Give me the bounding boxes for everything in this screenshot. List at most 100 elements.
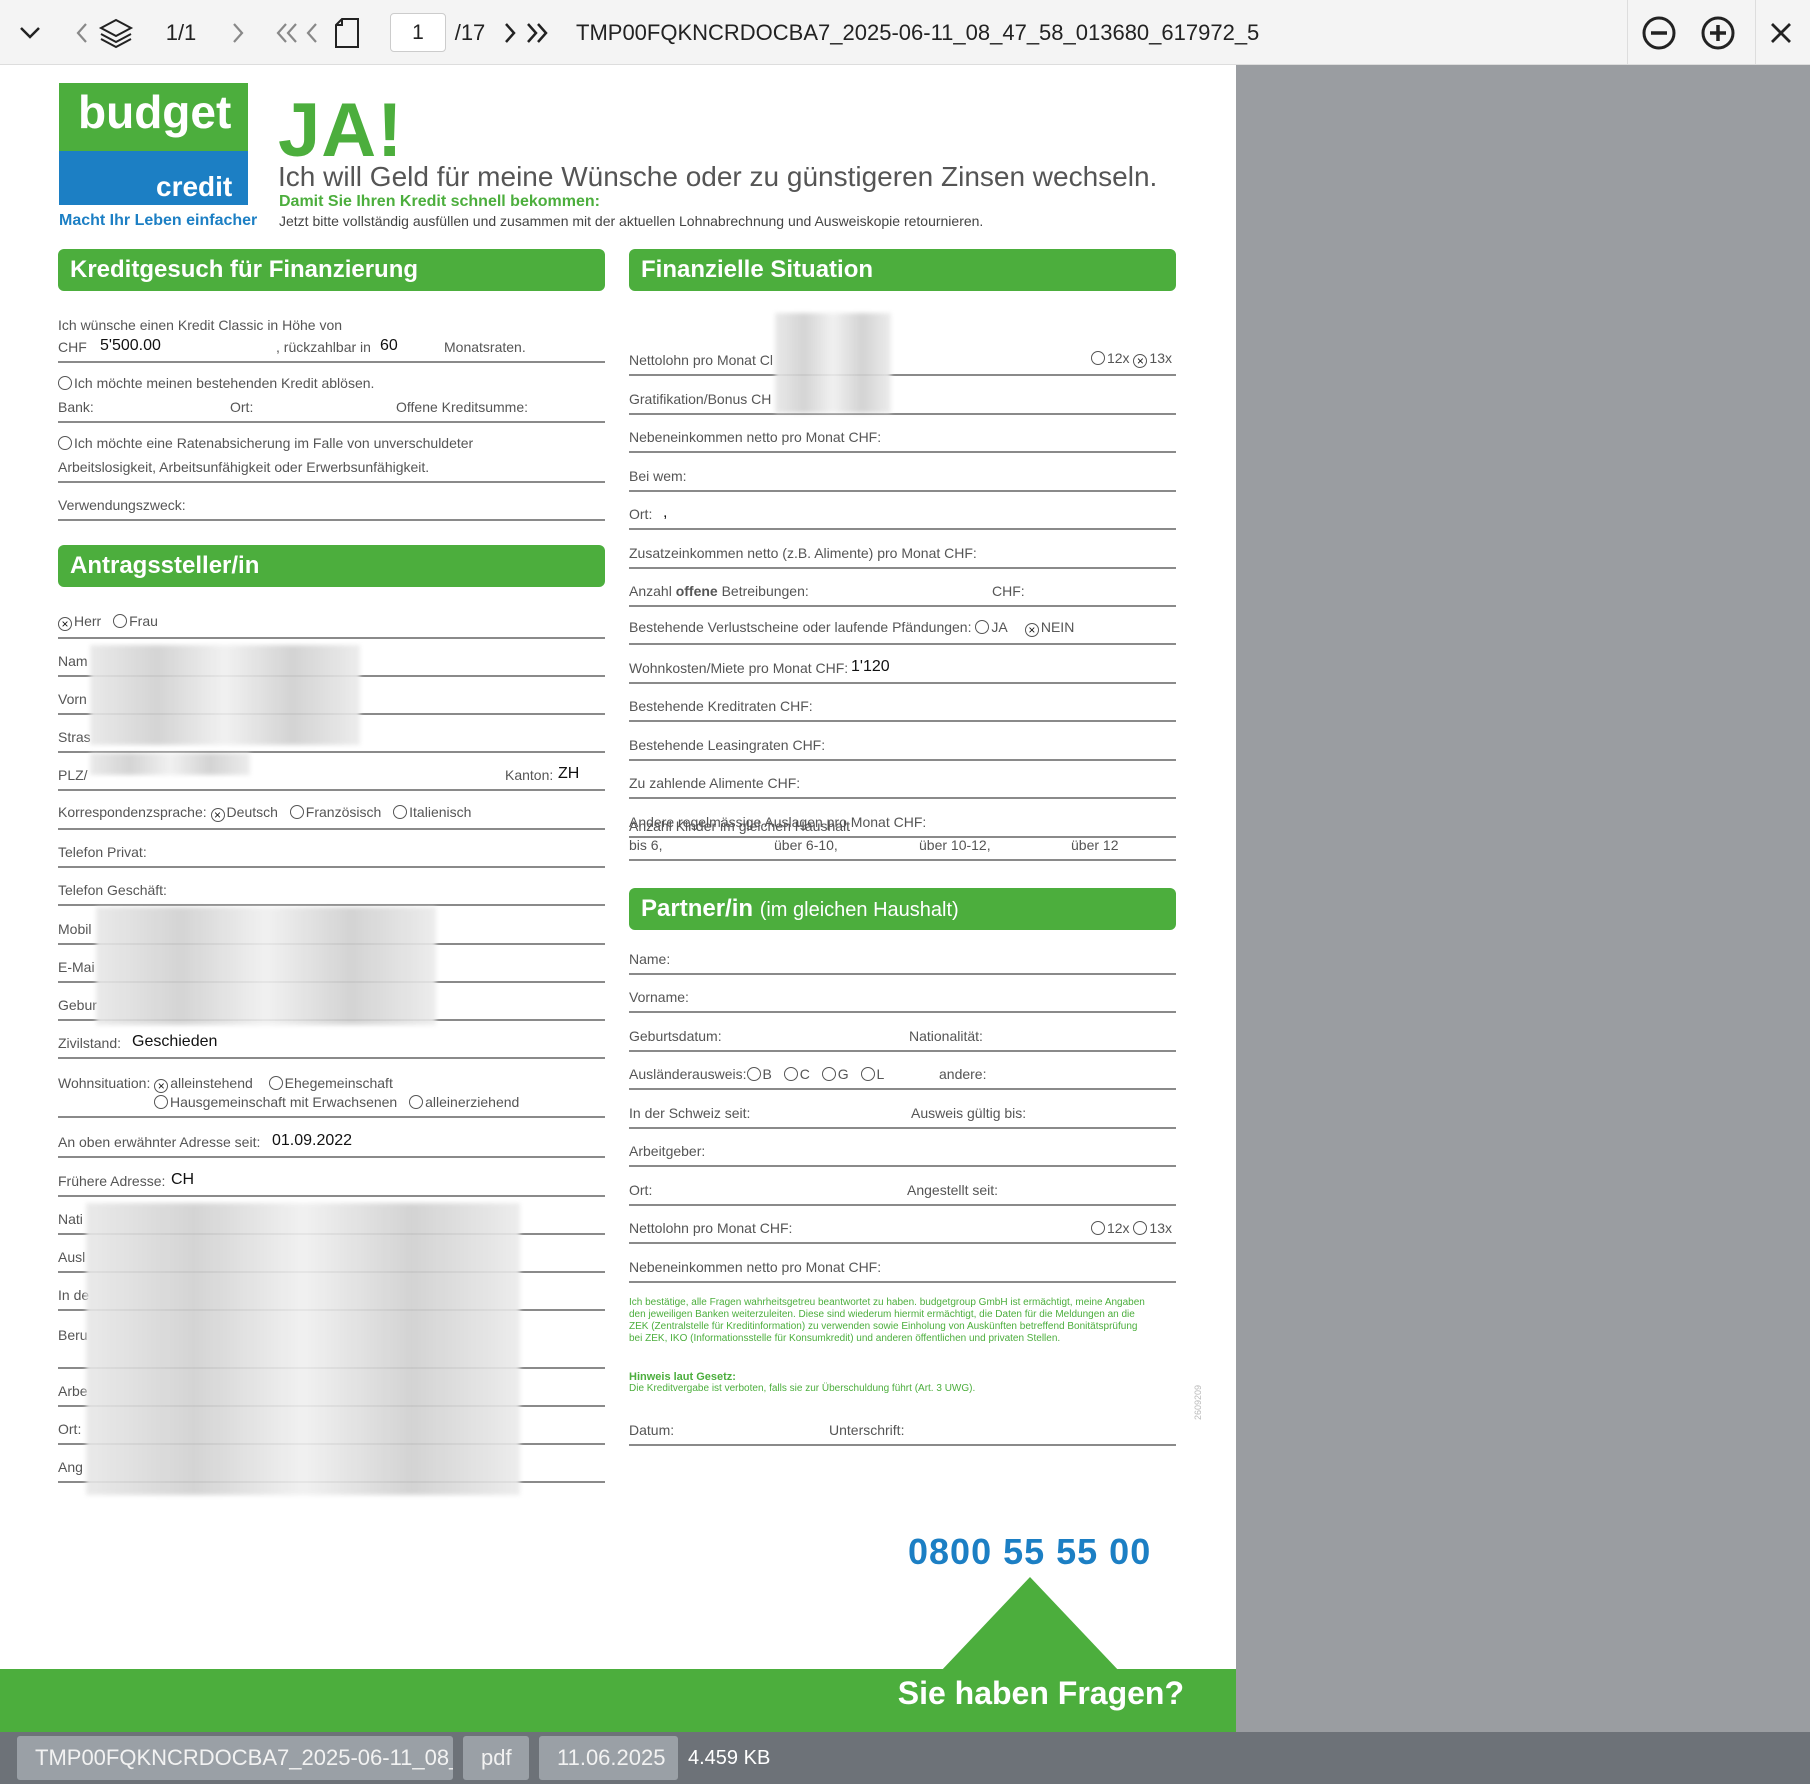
unterschrift-label: Unterschrift: <box>829 1422 905 1438</box>
u12-label: über 12 <box>1071 837 1119 853</box>
rueckzahlbar-label: , rückzahlbar in <box>276 339 371 355</box>
deutsch-label: Deutsch <box>226 804 278 820</box>
nein-label: NEIN <box>1040 619 1075 635</box>
signature-row: Datum: Unterschrift: <box>629 1410 1176 1446</box>
chevron-right-icon[interactable] <box>226 0 250 65</box>
p-schweiz-label: In der Schweiz seit: <box>629 1105 751 1121</box>
radio-icon[interactable] <box>1090 1221 1105 1235</box>
radio-icon[interactable] <box>975 620 990 634</box>
vorname-label: Vorn <box>58 691 87 707</box>
kanton-value: ZH <box>558 765 580 782</box>
tel-privat-label: Telefon Privat: <box>58 844 147 860</box>
filename-chip: TMP00FQKNCRDOCBA7_2025-06-11_08_... <box>17 1736 453 1780</box>
radio-icon[interactable] <box>783 1067 798 1081</box>
next-page-icon[interactable] <box>500 0 520 65</box>
last-page-icon[interactable] <box>524 0 550 65</box>
geburt-label: Gebur <box>58 997 97 1013</box>
radio-icon[interactable] <box>1090 351 1105 365</box>
alimente-label: Zu zahlende Alimente CHF: <box>629 775 801 791</box>
p-x12-label: 12x <box>1106 1220 1130 1236</box>
neben-label: Nebeneinkommen netto pro Monat CHF: <box>629 429 882 445</box>
anrede-options: × Herr Frau <box>58 613 158 631</box>
kredit-amount: 5'500.00 <box>100 337 161 354</box>
radio-icon[interactable] <box>1133 1221 1148 1235</box>
ja-label: JA <box>991 619 1007 635</box>
verwendungszweck-row: Verwendungszweck: <box>58 485 605 521</box>
partner-arbeitgeber-row: Arbeitgeber: <box>629 1131 1176 1167</box>
document-viewer[interactable]: budget credit Macht Ihr Leben einfacher … <box>0 65 1810 1732</box>
wohn-options2: Hausgemeinschaft mit Erwachsenen alleine… <box>154 1094 519 1110</box>
kanton-label: Kanton: <box>505 767 554 783</box>
kreditraten-label: Bestehende Kreditraten CHF: <box>629 698 813 714</box>
ausl-label: Ausl <box>58 1249 86 1265</box>
p-auslaender-options: Ausländerausweis: B C G L <box>629 1066 884 1082</box>
leasingraten-row: Bestehende Leasingraten CHF: <box>629 725 1176 761</box>
radio-icon[interactable] <box>154 1095 168 1109</box>
page-total: /17 <box>454 19 486 45</box>
rate-line2: Arbeitslosigkeit, Arbeitsunfähigkeit ode… <box>58 459 430 475</box>
l-label: L <box>876 1066 885 1082</box>
radio-checked-icon[interactable]: × <box>1133 354 1148 368</box>
wohnkosten-row: Wohnkosten/Miete pro Monat CHF: 1'120 <box>629 648 1176 684</box>
partner-vorname-row: Vorname: <box>629 977 1176 1013</box>
redacted-block <box>96 907 436 1025</box>
section-partner: Partner/in (im gleichen Haushalt) <box>629 888 1176 930</box>
beiwem-label: Bei wem: <box>629 468 687 484</box>
korrespondenz-row: Korrespondenzsprache: × Deutsch Französis… <box>58 794 605 830</box>
radio-icon[interactable] <box>409 1095 424 1109</box>
wohnkosten-label: Wohnkosten/Miete pro Monat CHF: <box>629 660 849 676</box>
g-label: G <box>837 1066 849 1082</box>
netto-label: Nettolohn pro Monat Cl <box>629 352 773 368</box>
kredit-amount-row: CHF 5'500.00 , rückzahlbar in 60 Monatsr… <box>58 327 605 363</box>
haus-label: Hausgemeinschaft mit Erwachsenen <box>170 1094 398 1110</box>
betreibungen-label: Anzahl offene Betreibungen: <box>629 583 809 599</box>
radio-checked-icon[interactable]: × <box>58 617 72 631</box>
b-label: B <box>762 1066 772 1082</box>
ort-right-label: Ort: <box>629 506 653 522</box>
zoom-in-icon[interactable] <box>1697 0 1739 65</box>
first-page-icon[interactable] <box>274 0 300 65</box>
p-name-label: Name: <box>629 951 671 967</box>
layers-icon[interactable] <box>96 0 136 65</box>
chevron-down-icon[interactable] <box>12 0 48 65</box>
zivil-value: Geschieden <box>132 1033 218 1050</box>
questions-text: Sie haben Fragen? <box>897 1675 1184 1711</box>
radio-icon[interactable] <box>289 805 304 819</box>
page-number-input[interactable] <box>390 13 446 52</box>
zusatzeinkommen-row: Zusatzeinkommen netto (z.B. Alimente) pr… <box>629 533 1176 569</box>
verlust-label: Bestehende Verlustscheine oder laufende … <box>629 619 972 635</box>
arbe-label: Arbe <box>58 1383 88 1399</box>
radio-icon[interactable] <box>113 614 128 628</box>
betr-chf-label: CHF: <box>992 583 1025 599</box>
p-freq-options: 12x 13x <box>1090 1220 1172 1236</box>
leasing-label: Bestehende Leasingraten CHF: <box>629 737 826 753</box>
telefon-geschaeft-row: Telefon Geschäft: <box>58 870 605 906</box>
p-geburt-label: Geburtsdatum: <box>629 1028 722 1044</box>
kreditraten-row: Bestehende Kreditraten CHF: <box>629 686 1176 722</box>
radio-checked-icon[interactable]: × <box>210 808 225 822</box>
redacted-block <box>90 645 360 745</box>
document-icon[interactable] <box>330 0 364 65</box>
radio-icon[interactable] <box>746 1067 761 1081</box>
filesize: 4.459 KB <box>688 1747 771 1769</box>
betreibungen-row: Anzahl offene Betreibungen: CHF: <box>629 571 1176 607</box>
email-label: E-Mai <box>58 959 95 975</box>
chevron-left-icon[interactable] <box>70 0 94 65</box>
c-label: C <box>799 1066 810 1082</box>
radio-icon[interactable] <box>393 805 408 819</box>
close-icon[interactable] <box>1764 0 1798 65</box>
page-counter: 1/1 <box>165 19 197 45</box>
hinweis-heading: Hinweis laut Gesetz: <box>629 1371 736 1383</box>
prev-page-icon[interactable] <box>302 0 322 65</box>
radio-icon[interactable] <box>860 1067 875 1081</box>
filetype-chip: pdf <box>463 1736 529 1780</box>
partner-title: Partner/in <box>641 895 754 922</box>
radio-icon[interactable] <box>821 1067 836 1081</box>
partner-netto-row: Nettolohn pro Monat CHF: 12x 13x <box>629 1208 1176 1244</box>
betr-b: offene <box>675 583 718 599</box>
ang-label: Ang <box>58 1459 83 1475</box>
radio-checked-icon[interactable]: × <box>1024 623 1039 637</box>
partner-schweiz-row: In der Schweiz seit: Ausweis gültig bis: <box>629 1093 1176 1129</box>
p-ort-label: Ort: <box>629 1182 653 1198</box>
zoom-out-icon[interactable] <box>1638 0 1680 65</box>
